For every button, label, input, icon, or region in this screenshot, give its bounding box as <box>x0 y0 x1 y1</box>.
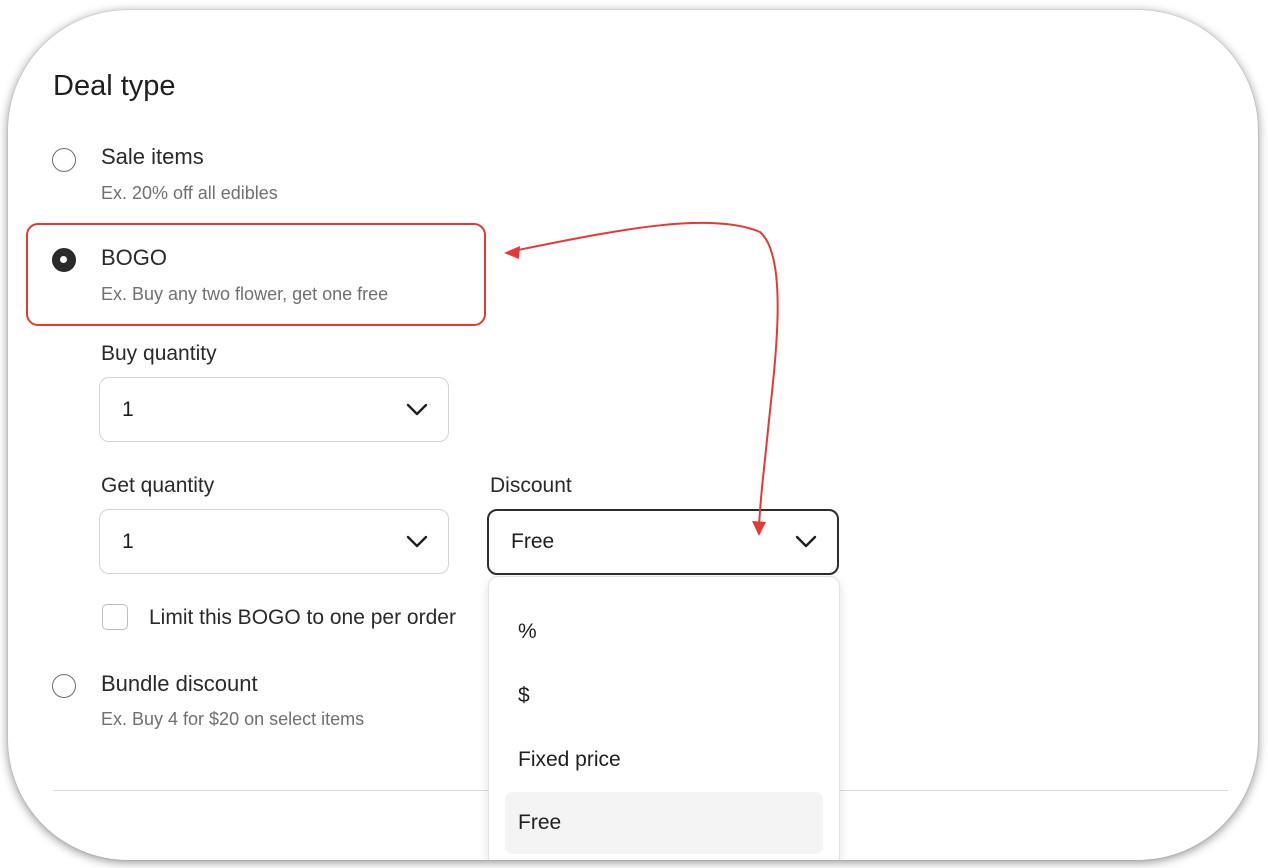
discount-value: Free <box>511 530 555 553</box>
bogo-annotation-box <box>26 223 486 326</box>
sale-items-label[interactable]: Sale items <box>101 144 204 170</box>
bundle-discount-radio[interactable] <box>52 674 76 698</box>
discount-option-percent[interactable]: % <box>505 601 823 663</box>
chevron-down-icon <box>406 535 428 547</box>
discount-dropdown-menu: % $ Fixed price Free <box>488 576 840 860</box>
section-title: Deal type <box>53 70 176 102</box>
get-quantity-value: 1 <box>122 529 134 553</box>
discount-option-free[interactable]: Free <box>505 792 823 854</box>
bundle-discount-label[interactable]: Bundle discount <box>101 671 258 697</box>
limit-checkbox-label[interactable]: Limit this BOGO to one per order <box>149 606 456 630</box>
discount-label: Discount <box>490 474 572 497</box>
chevron-down-icon <box>406 403 428 415</box>
arrow-head-left-icon <box>504 246 520 259</box>
sale-items-description: Ex. 20% off all edibles <box>101 183 278 203</box>
discount-option-dollar[interactable]: $ <box>505 665 823 727</box>
sale-items-radio[interactable] <box>52 148 76 172</box>
deal-type-card: Deal type Sale items Ex. 20% off all edi… <box>8 10 1258 860</box>
get-quantity-label: Get quantity <box>101 474 215 497</box>
bundle-discount-description: Ex. Buy 4 for $20 on select items <box>101 709 365 729</box>
buy-quantity-select[interactable]: 1 <box>99 377 449 442</box>
discount-select[interactable]: Free <box>487 509 839 575</box>
buy-quantity-value: 1 <box>122 397 134 421</box>
buy-quantity-label: Buy quantity <box>101 342 217 365</box>
discount-option-fixed-price[interactable]: Fixed price <box>505 729 823 791</box>
chevron-down-icon <box>795 535 817 548</box>
get-quantity-select[interactable]: 1 <box>99 509 449 574</box>
limit-checkbox[interactable] <box>102 604 128 630</box>
